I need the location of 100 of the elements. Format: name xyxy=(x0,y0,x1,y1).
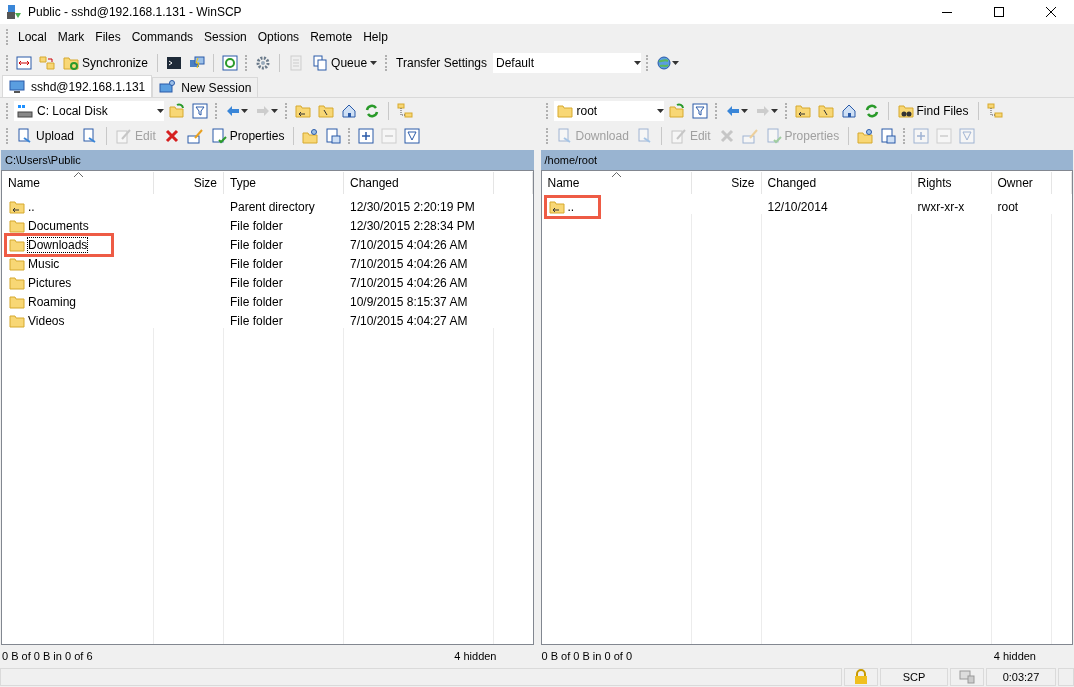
table-cell-text: File folder xyxy=(229,276,284,290)
menu-item[interactable]: Files xyxy=(91,28,125,46)
menu-item[interactable]: Help xyxy=(359,28,392,46)
app-icon xyxy=(6,4,22,20)
new-folder-icon xyxy=(857,127,874,144)
new-folder-icon xyxy=(302,127,319,144)
table-cell-text: File folder xyxy=(229,219,284,233)
menu-item[interactable]: Commands xyxy=(127,28,198,46)
compare-button[interactable] xyxy=(14,53,34,73)
plus-icon xyxy=(358,127,375,144)
filter-icon xyxy=(192,102,208,119)
delete-icon xyxy=(718,127,735,144)
path-bar: C:\Users\Public xyxy=(1,150,534,170)
column-header[interactable]: Rights xyxy=(911,172,992,194)
menu-item[interactable]: Mark xyxy=(53,28,89,46)
transfer-settings-label: Transfer Settings xyxy=(395,56,488,70)
refresh-icon xyxy=(863,102,880,119)
drive-icon xyxy=(17,102,33,119)
column-header[interactable]: Name xyxy=(541,172,692,194)
location-dropdown[interactable]: C: Local Disk xyxy=(14,100,164,121)
menu-item[interactable]: Options xyxy=(253,28,304,46)
rename-icon xyxy=(186,127,203,144)
column-header[interactable]: Owner xyxy=(991,172,1052,194)
shortcut-button[interactable] xyxy=(878,125,899,146)
pencil-icon xyxy=(116,127,133,144)
selection-status: 0 B of 0 B in 0 of 0 xyxy=(541,650,632,662)
folder-icon xyxy=(9,218,25,234)
table-cell-text: 7/10/2015 4:04:26 AM xyxy=(349,257,469,271)
location-dropdown[interactable]: root xyxy=(553,100,664,121)
folder-up-icon xyxy=(548,199,565,215)
window-title: Public - sshd@192.168.1.131 - WinSCP xyxy=(28,5,243,19)
globe-button[interactable] xyxy=(654,53,681,73)
column-header[interactable]: Changed xyxy=(344,172,494,194)
menu-item[interactable]: Remote xyxy=(306,28,357,46)
caret-icon xyxy=(370,61,378,65)
checklist-icon xyxy=(288,55,305,71)
filter-button[interactable] xyxy=(190,100,210,121)
session-time: 0:03:27 xyxy=(986,668,1056,686)
menu-item[interactable]: Local xyxy=(14,28,51,46)
column-header[interactable]: Type xyxy=(224,172,344,194)
menu-item[interactable]: Session xyxy=(200,28,251,46)
file-name[interactable]: .. xyxy=(567,200,575,214)
properties-icon xyxy=(210,127,227,144)
file-name[interactable]: Pictures xyxy=(28,276,72,290)
shortcut-icon xyxy=(325,127,342,144)
filter-icon xyxy=(959,127,976,144)
folder-icon xyxy=(9,294,25,310)
binoculars-icon xyxy=(897,102,914,119)
delete-icon xyxy=(163,127,180,144)
folders-icon xyxy=(39,55,55,71)
file-name[interactable]: .. xyxy=(28,200,35,214)
tree-icon xyxy=(397,102,413,119)
lock-icon xyxy=(854,669,868,685)
close-icon xyxy=(1046,7,1056,17)
synchronize-button[interactable]: Synchronize xyxy=(60,53,152,73)
filter-button[interactable] xyxy=(689,100,710,121)
table-cell-text: 12/30/2015 2:28:34 PM xyxy=(349,219,476,233)
table-cell-text: 7/10/2015 4:04:26 AM xyxy=(349,276,469,290)
file-name[interactable]: Roaming xyxy=(28,295,77,309)
tree-button[interactable] xyxy=(395,100,415,121)
open-folder-button[interactable] xyxy=(666,100,687,121)
session-tab[interactable]: sshd@192.168.1.131 xyxy=(2,75,153,97)
column-header[interactable]: Name xyxy=(2,172,154,194)
file-name[interactable]: Music xyxy=(28,257,60,271)
folders-button[interactable] xyxy=(37,53,57,73)
select-filter-button[interactable] xyxy=(402,125,423,146)
file-name[interactable]: Documents xyxy=(28,219,89,233)
plus-icon xyxy=(913,127,930,144)
table-cell-text: 7/10/2015 4:04:27 AM xyxy=(349,314,469,328)
table-cell-text: Parent directory xyxy=(229,200,316,214)
file-name[interactable]: Videos xyxy=(28,314,65,328)
column-header[interactable]: Size xyxy=(691,172,762,194)
caret-icon xyxy=(634,61,641,65)
folder-icon xyxy=(9,237,25,253)
table-cell-text: 7/10/2015 4:04:26 AM xyxy=(349,238,469,252)
open-folder-icon xyxy=(668,102,685,119)
hidden-count: 4 hidden xyxy=(993,650,1037,662)
session-tab[interactable]: New Session xyxy=(152,77,259,97)
compare-icon xyxy=(16,55,32,71)
column-header[interactable]: Size xyxy=(154,172,224,194)
column-header[interactable]: Changed xyxy=(761,172,912,194)
transfer-settings-dropdown[interactable]: Default xyxy=(493,53,641,73)
sync-folder-icon xyxy=(63,55,79,71)
tree-button[interactable] xyxy=(984,100,1005,121)
transfer-button[interactable]: Upload xyxy=(14,125,78,146)
monitors-icon xyxy=(189,55,206,71)
refresh-button[interactable] xyxy=(220,53,241,73)
folder-up-icon xyxy=(9,199,25,215)
path-bar: /home/root xyxy=(540,150,1073,170)
properties-button[interactable]: Properties xyxy=(207,125,288,146)
find-files-button[interactable]: Find Files xyxy=(894,100,972,121)
shortcut-button[interactable] xyxy=(323,125,344,146)
open-folder-button[interactable] xyxy=(167,100,187,121)
select-button[interactable] xyxy=(356,125,377,146)
rename-icon xyxy=(741,127,758,144)
folder-slash-icon xyxy=(318,102,334,119)
table-cell-text: File folder xyxy=(229,257,284,271)
queue-button[interactable]: Queue xyxy=(309,53,381,73)
globe-icon xyxy=(656,55,672,71)
monitor-icon xyxy=(9,78,25,95)
